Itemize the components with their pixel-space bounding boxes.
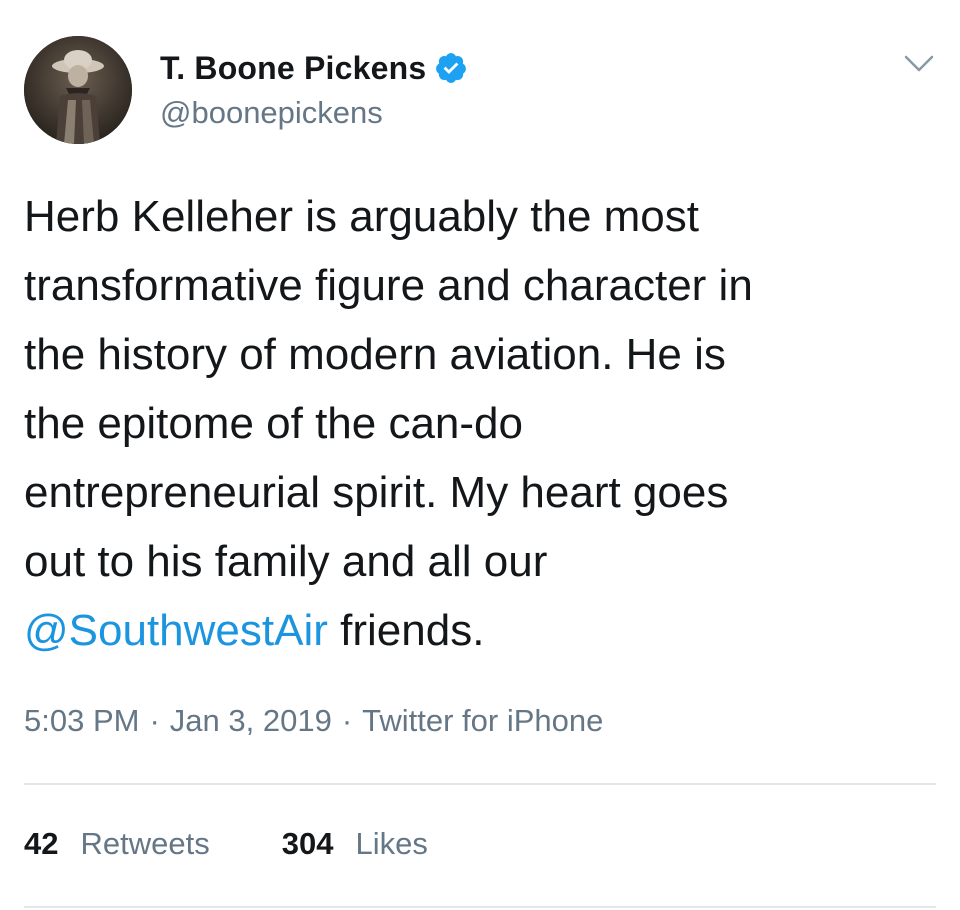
- avatar-photo: [24, 36, 132, 144]
- tweet-time[interactable]: 5:03 PM: [24, 703, 139, 738]
- tweet-text-line: the history of modern aviation. He is: [24, 330, 726, 379]
- likes-count: 304: [281, 826, 334, 861]
- meta-separator: ·: [341, 703, 353, 738]
- tweet-meta: 5:03 PM · Jan 3, 2019 · Twitter for iPhone: [24, 703, 603, 739]
- meta-separator: ·: [149, 703, 160, 738]
- tweet-text-line-last: @SouthwestAir friends.: [24, 596, 924, 665]
- tweet-text-line: out to his family and all our: [24, 537, 548, 586]
- author-handle[interactable]: @boonepickens: [160, 95, 383, 131]
- verified-badge-icon: [434, 51, 468, 85]
- tweet-text-tail: friends.: [327, 606, 485, 655]
- tweet-stats: 42 Retweets 304 Likes: [24, 826, 428, 862]
- retweets-stat[interactable]: 42 Retweets: [24, 826, 210, 862]
- retweets-label: Retweets: [80, 826, 210, 861]
- tweet-text: Herb Kelleher is arguably the most trans…: [24, 182, 924, 665]
- divider: [24, 906, 936, 908]
- likes-label: Likes: [355, 826, 428, 861]
- tweet-text-line: entrepreneurial spirit. My heart goes: [24, 468, 729, 517]
- author-display-name[interactable]: T. Boone Pickens: [160, 50, 426, 87]
- tweet-text-line: transformative figure and character in: [24, 261, 753, 310]
- mention-link[interactable]: @SouthwestAir: [24, 606, 328, 655]
- tweet-text-line: Herb Kelleher is arguably the most: [24, 192, 699, 241]
- tweet-text-line: the epitome of the can-do: [24, 399, 523, 448]
- retweets-count: 42: [24, 826, 59, 861]
- tweet-date[interactable]: Jan 3, 2019: [170, 703, 332, 738]
- chevron-down-icon[interactable]: [903, 54, 935, 74]
- likes-stat[interactable]: 304 Likes: [282, 826, 428, 862]
- tweet-source[interactable]: Twitter for iPhone: [362, 703, 603, 738]
- avatar[interactable]: [24, 36, 132, 144]
- author-name-row[interactable]: T. Boone Pickens: [160, 48, 468, 88]
- divider: [24, 783, 936, 785]
- tweet-card: T. Boone Pickens @boonepickens Herb Kell…: [0, 0, 960, 910]
